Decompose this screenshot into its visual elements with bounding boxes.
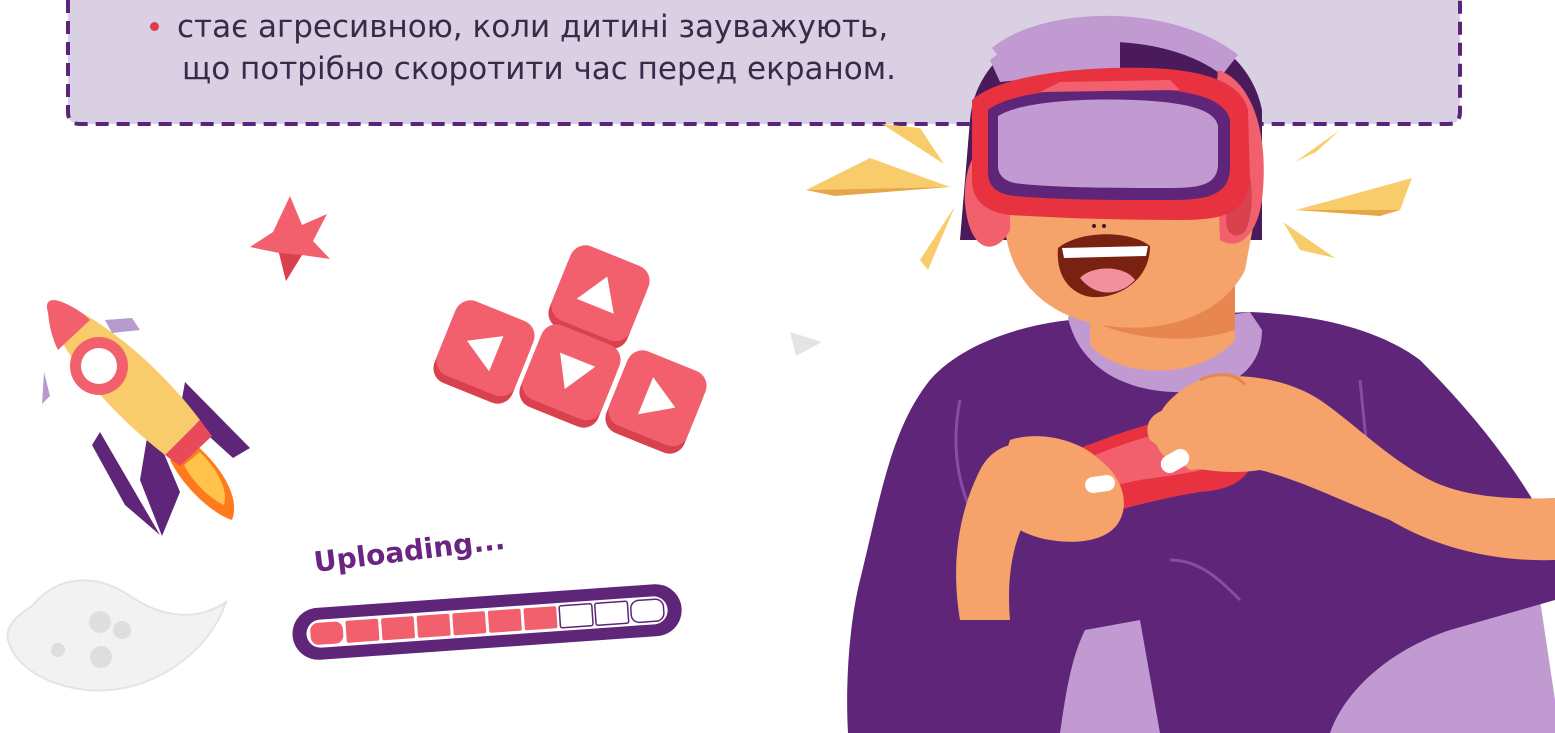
progress-segment-filled [523,606,558,631]
progress-segment-filled [416,613,451,638]
progress-segment-empty [594,600,630,627]
progress-segment-filled [345,618,380,643]
upload-progress-bar [292,584,682,660]
bullet-icon [150,22,159,31]
rocket-icon [42,300,250,536]
note-bullet-item: стає агресивною, коли дитині зауважують, [146,6,1006,48]
triangle-decoration [790,332,822,356]
moon-icon [6,579,228,692]
progress-segment-filled [487,608,522,633]
progress-segment-filled [310,621,344,645]
illustration-canvas [6,0,1555,733]
star-icon [250,196,330,281]
progress-segment-empty [558,603,594,629]
play-buttons-icon [433,245,707,454]
progress-segment-filled [452,611,487,636]
note-text: стає агресивною, коли дитині зауважують,… [146,6,1006,90]
progress-segment-filled [381,616,415,641]
note-line-2: що потрібно скоротити час перед екраном. [182,51,896,87]
progress-segment-empty [630,598,665,624]
note-line-1: стає агресивною, коли дитині зауважують, [177,9,889,45]
